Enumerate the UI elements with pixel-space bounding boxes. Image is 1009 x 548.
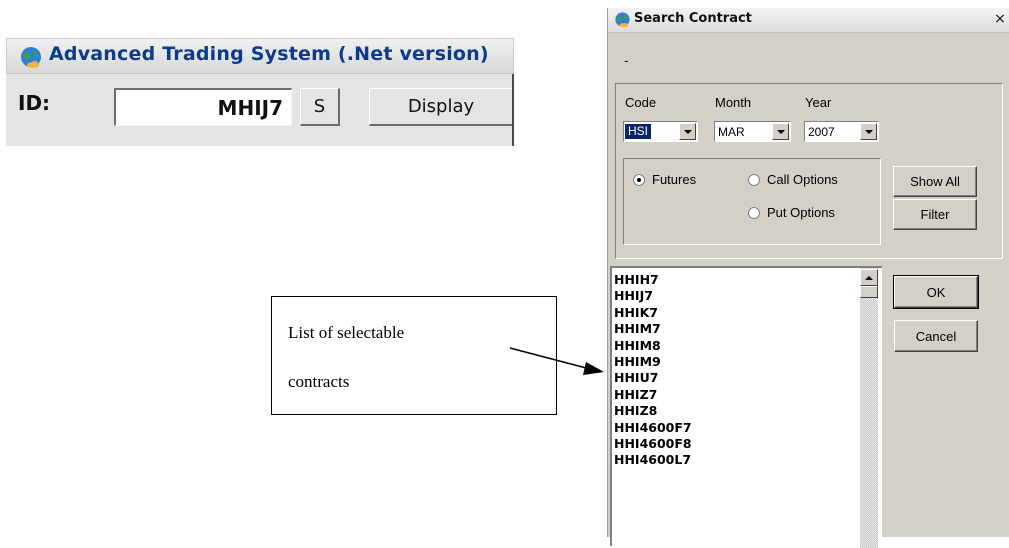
radio-call-options[interactable]: Call Options [748,172,838,187]
list-item[interactable]: HHIJ7 [614,288,692,304]
contract-list-items: HHIH7 HHIJ7 HHIK7 HHIM7 HHIM8 HHIM9 HHIU7 HHIZ7… [614,272,692,469]
list-item[interactable]: HHIH7 [614,272,692,288]
list-item[interactable]: HHIM9 [614,354,692,370]
list-item[interactable]: HHI4600L7 [614,452,692,468]
annotation-callout: List of selectable contracts [271,296,557,415]
main-toolbar: ID: MHIJ7 S Display [6,74,514,146]
list-item[interactable]: HHIZ8 [614,403,692,419]
list-item[interactable]: HHIU7 [614,370,692,386]
year-value: 2007 [808,125,835,139]
arrow-head [583,362,604,375]
code-label: Code [625,95,657,110]
list-item[interactable]: HHIK7 [614,305,692,321]
radio-futures-label: Futures [652,172,697,187]
contract-list[interactable]: HHIH7 HHIJ7 HHIK7 HHIM7 HHIM8 HHIM9 HHIU7 HHIZ7… [610,266,882,548]
window-edge [512,74,514,146]
vertical-scrollbar[interactable] [860,268,878,548]
ok-button[interactable]: OK [893,275,979,309]
scroll-up-icon[interactable] [860,269,878,286]
globe-icon [19,45,43,69]
main-window-title-bar: Advanced Trading System (.Net version) [6,38,514,74]
radio-dot[interactable] [633,173,645,186]
cancel-button[interactable]: Cancel [894,320,978,352]
annotation-line-1: List of selectable [288,323,405,342]
month-label: Month [715,95,752,110]
search-contract-dialog: Search Contract × - Code Month Year HSI … [607,8,1009,548]
radio-dot[interactable] [748,206,760,219]
radio-put-options[interactable]: Put Options [748,205,835,220]
search-button[interactable]: S [300,88,340,126]
radio-put-options-label: Put Options [767,205,835,220]
chevron-down-icon[interactable] [679,123,696,140]
list-item[interactable]: HHIM8 [614,338,692,354]
radio-futures[interactable]: Futures [633,172,696,187]
year-select[interactable]: 2007 [804,121,879,142]
code-select[interactable]: HSI [623,121,698,142]
show-all-button[interactable]: Show All [893,166,977,197]
id-label: ID: [18,91,51,115]
close-icon[interactable]: × [992,11,1008,27]
list-item[interactable]: HHI4600F8 [614,436,692,452]
dialog-title: Search Contract [634,11,752,26]
window-title: Advanced Trading System (.Net version) [49,43,489,65]
month-value: MAR [718,125,745,139]
status-text: - [624,52,629,68]
code-value: HSI [625,124,652,139]
id-input[interactable]: MHIJ7 [114,88,292,126]
dialog-title-bar[interactable]: Search Contract × [608,8,1009,33]
list-item[interactable]: HHI4600F7 [614,420,692,436]
year-label: Year [805,95,832,110]
radio-call-options-label: Call Options [767,172,838,187]
scroll-thumb[interactable] [860,286,878,298]
radio-dot[interactable] [748,173,760,186]
chevron-down-icon[interactable] [860,123,877,140]
globe-icon [614,11,631,28]
annotation-line-2: contracts [288,372,350,391]
display-button[interactable]: Display [369,88,514,126]
list-item[interactable]: HHIZ7 [614,387,692,403]
list-item[interactable]: HHIM7 [614,321,692,337]
chevron-down-icon[interactable] [772,123,789,140]
month-select[interactable]: MAR [714,121,791,142]
filter-button[interactable]: Filter [893,199,977,230]
